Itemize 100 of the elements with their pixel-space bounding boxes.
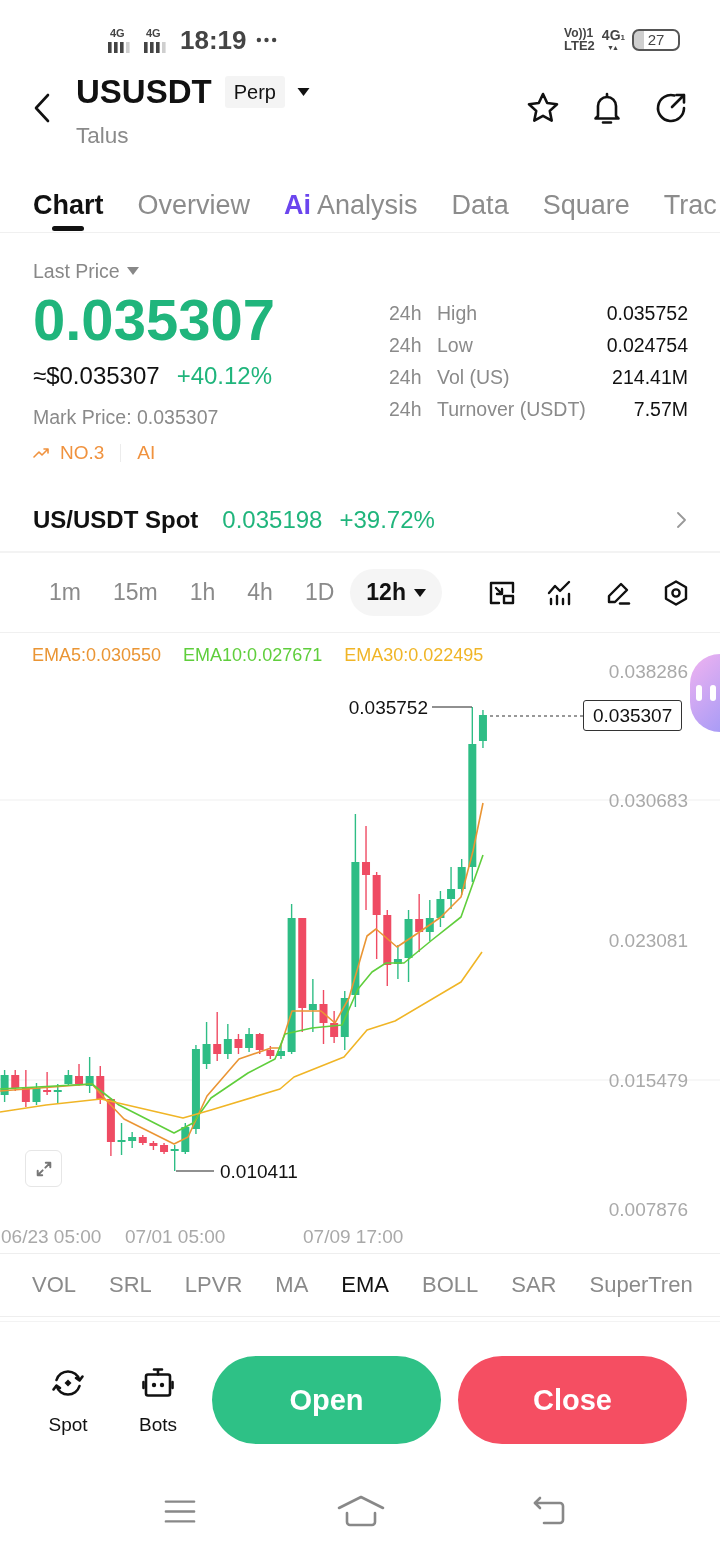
stat-period: 24h [389, 365, 423, 389]
clock: 18:19 [180, 24, 247, 55]
spot-price: 0.035198 [222, 506, 323, 534]
candle [415, 893, 424, 953]
interval-tab[interactable]: 1D [288, 569, 351, 616]
battery-indicator: 27 [632, 28, 680, 51]
time-axis-label: 06/23 05:00 [1, 1225, 102, 1247]
stat-label: High [437, 301, 479, 325]
trend-up-icon [33, 448, 49, 458]
rank-tag[interactable]: NO.3 [60, 441, 105, 465]
indicator-tab[interactable]: SRL [109, 1271, 152, 1299]
stat-label: Vol (US) [437, 365, 511, 389]
stat-value: 214.41M [611, 365, 688, 389]
last-price-tag: 0.035307 [583, 700, 683, 731]
back-icon[interactable] [33, 93, 51, 123]
network-label: LTE2 [564, 39, 595, 52]
candle [234, 1033, 243, 1055]
indicator-tab[interactable]: VOL [32, 1271, 77, 1299]
stat-value: 0.024754 [606, 333, 688, 357]
stat-value: 0.035752 [606, 301, 688, 325]
indicator-tab[interactable]: LPVR [184, 1271, 243, 1299]
time-axis-label: 07/01 05:00 [125, 1225, 226, 1247]
price-axis-label: 0.007876 [608, 1198, 688, 1220]
pair-title: USUSDT [76, 75, 212, 109]
tab[interactable]: Ai Analysis [284, 170, 418, 232]
usd-price: ≈$0.035307 [33, 361, 160, 391]
volte-label: Vo))1 [564, 27, 594, 39]
ema-legend-label: EMA30:0.022495 [344, 644, 484, 666]
menu-icon[interactable] [164, 1498, 196, 1524]
ai-tag[interactable]: AI [137, 441, 156, 465]
tab[interactable]: Chart [33, 170, 104, 232]
candle [202, 1021, 211, 1070]
stat-label: Turnover (USDT) [437, 397, 587, 421]
candle [447, 866, 456, 910]
star-icon[interactable] [526, 91, 560, 125]
candle [223, 1023, 232, 1060]
spot-pair-link[interactable]: US/USDT Spot [33, 506, 199, 534]
tab[interactable]: Data [451, 170, 509, 232]
leader-line [175, 1170, 215, 1172]
contract-badge: Perp [224, 76, 285, 108]
interval-tab[interactable]: 1h [173, 569, 232, 616]
robot-icon [141, 1366, 175, 1400]
candle [53, 1083, 62, 1105]
tab[interactable]: Trac [663, 170, 717, 232]
indicator-tab[interactable]: SuperTren [589, 1271, 693, 1299]
home-icon[interactable] [337, 1495, 385, 1527]
expand-button[interactable] [25, 1150, 62, 1187]
share-icon[interactable] [654, 91, 688, 125]
high-price-label: 0.035752 [348, 696, 428, 718]
indicator-tab[interactable]: BOLL [422, 1271, 479, 1299]
price-axis-label: 0.038286 [608, 660, 688, 682]
settings-icon[interactable] [662, 578, 690, 607]
candle [266, 1045, 275, 1060]
signal-icon [108, 40, 130, 53]
candle [64, 1069, 73, 1087]
pair-name: Talus [76, 124, 129, 148]
indicator-tab[interactable]: MA [275, 1271, 309, 1299]
caret-icon[interactable] [413, 588, 426, 597]
candle [425, 899, 434, 942]
signal-icon [144, 40, 166, 53]
ema-legend-label: EMA5:0.030550 [32, 644, 162, 666]
indicator-tab[interactable]: EMA [341, 1271, 389, 1299]
candle [277, 1044, 285, 1060]
candle [255, 1032, 264, 1055]
candle [149, 1140, 158, 1151]
interval-tab[interactable]: 12h [350, 569, 442, 616]
low-price-label: 0.010411 [220, 1160, 298, 1182]
candle [117, 1122, 126, 1156]
expand-icon [34, 1159, 53, 1178]
chevron-right-icon[interactable] [676, 511, 686, 529]
caret-icon[interactable] [296, 88, 310, 96]
candle [43, 1071, 52, 1096]
spot-change: +39.72% [339, 506, 435, 534]
interval-tab[interactable]: 4h [231, 569, 289, 616]
candle [245, 1027, 254, 1053]
candle [0, 1069, 9, 1103]
candle [213, 1011, 222, 1062]
open-position-button[interactable]: Open [212, 1356, 441, 1444]
stat-period: 24h [389, 301, 423, 325]
tab[interactable]: Overview [137, 170, 251, 232]
mark-price: Mark Price: 0.035307 [33, 405, 219, 429]
price-axis-label: 0.015479 [608, 1069, 688, 1091]
stat-value: 7.57M [632, 397, 688, 421]
shortcut-button[interactable]: Spot [38, 1366, 98, 1437]
data-arrows-icon [608, 45, 619, 51]
price-type-label[interactable]: Last Price [33, 259, 120, 283]
network-label: 4G [146, 26, 161, 39]
candle [32, 1082, 41, 1106]
candle [85, 1056, 94, 1094]
time-axis-label: 07/09 17:00 [303, 1225, 404, 1247]
shortcut-button[interactable]: Bots [128, 1366, 188, 1437]
stat-period: 24h [389, 397, 423, 421]
price-axis-label: 0.030683 [608, 789, 688, 811]
tab[interactable]: Square [542, 170, 630, 232]
interval-tab[interactable]: 15m [96, 569, 174, 616]
more-dots-icon [255, 36, 277, 43]
candle [319, 989, 328, 1045]
indicator-tab[interactable]: SAR [511, 1271, 557, 1299]
close-position-button[interactable]: Close [458, 1356, 687, 1444]
interval-tab[interactable]: 1m [33, 569, 97, 616]
